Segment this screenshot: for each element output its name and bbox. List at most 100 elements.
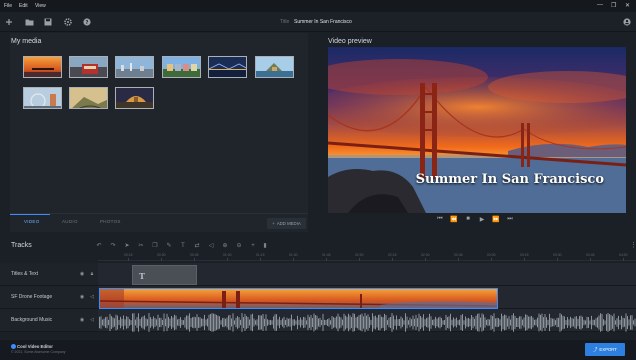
ruler-tick <box>524 258 525 261</box>
waveform-bar <box>238 317 240 328</box>
edit-icon[interactable]: ✎ <box>165 241 173 250</box>
waveform-bar <box>507 318 508 327</box>
waveform-bar <box>600 313 601 332</box>
waveform-bar <box>237 316 238 329</box>
visibility-icon[interactable]: ◉ <box>79 317 85 323</box>
video-clip[interactable] <box>99 288 498 309</box>
folder-icon[interactable] <box>24 17 34 27</box>
waveform-bar <box>601 313 603 332</box>
media-thumbnail[interactable] <box>115 87 154 109</box>
waveform-bar <box>361 313 363 332</box>
media-thumbnail[interactable] <box>208 56 247 78</box>
waveform-bar <box>559 313 561 332</box>
menu-edit[interactable]: Edit <box>19 3 28 9</box>
menu-file[interactable]: File <box>4 3 12 9</box>
waveform-bar <box>171 315 172 330</box>
redo-icon[interactable]: ↷ <box>109 241 117 250</box>
waveform-bar <box>316 315 318 330</box>
timeline-ruler[interactable]: 00:15 00:30 00:45 01:00 01:15 01:30 01:45 02:00… <box>98 252 636 261</box>
waveform-bar <box>594 319 595 326</box>
text-tool-icon[interactable]: T <box>179 241 187 250</box>
tab-photos[interactable]: PHOTOS <box>100 219 121 224</box>
waveform-bar <box>328 318 330 327</box>
waveform-bar <box>139 319 141 326</box>
media-thumbnail[interactable] <box>23 56 62 78</box>
play-icon[interactable]: ▶ <box>477 215 487 223</box>
waveform-bar <box>580 315 582 330</box>
waveform-bar <box>184 317 186 328</box>
skip-back-icon[interactable]: ⏮ <box>435 215 445 223</box>
pointer-icon[interactable]: ➤ <box>123 241 131 250</box>
audio-waveform[interactable] <box>99 311 636 334</box>
waveform-bar <box>193 316 195 329</box>
video-preview[interactable]: Summer In San Francisco <box>328 47 626 213</box>
volume-icon[interactable]: ◁ <box>89 317 95 323</box>
waveform-bar <box>312 317 313 328</box>
ruler-label: 03:30 <box>553 253 562 257</box>
fast-forward-icon[interactable]: ⏩ <box>491 215 501 223</box>
export-button[interactable]: ⤴ EXPORT <box>585 343 625 356</box>
waveform-bar <box>379 314 381 331</box>
waveform-bar <box>165 318 166 327</box>
undo-icon[interactable]: ↶ <box>95 241 103 250</box>
waveform-bar <box>553 318 555 327</box>
close-button[interactable]: ✕ <box>625 2 630 9</box>
copy-icon[interactable]: ❐ <box>151 241 159 250</box>
add-icon[interactable] <box>4 17 14 27</box>
visibility-icon[interactable]: ◉ <box>79 294 85 300</box>
waveform-bar <box>225 318 226 327</box>
waveform-bar <box>186 315 187 330</box>
playback-controls: ⏮ ⏪ ■ ▶ ⏩ ⏭ <box>435 214 519 224</box>
add-track-icon[interactable]: + <box>249 241 257 250</box>
add-media-button[interactable]: + ADD MEDIA <box>267 218 306 229</box>
rewind-icon[interactable]: ⏪ <box>449 215 459 223</box>
text-clip[interactable]: T <box>132 265 197 285</box>
waveform-bar <box>399 318 400 327</box>
waveform-bar <box>625 313 627 332</box>
waveform-bar <box>627 316 628 329</box>
menu-view[interactable]: View <box>35 3 46 9</box>
project-title[interactable]: Summer In San Francisco <box>294 19 352 25</box>
save-icon[interactable] <box>43 17 53 27</box>
volume-icon[interactable]: ◁ <box>207 241 215 250</box>
waveform-bar <box>598 315 600 330</box>
waveform-bar <box>268 320 270 325</box>
waveform-bar <box>189 313 190 332</box>
skip-forward-icon[interactable]: ⏭ <box>505 215 515 223</box>
volume-icon[interactable]: ◁ <box>89 294 95 300</box>
waveform-bar <box>295 320 297 325</box>
visibility-icon[interactable]: ◉ <box>79 271 85 277</box>
lock-icon[interactable]: 🔒︎ <box>89 271 95 277</box>
media-thumbnail[interactable] <box>23 87 62 109</box>
zoom-in-icon[interactable]: ⊕ <box>221 241 229 250</box>
help-icon[interactable]: ? <box>82 17 92 27</box>
restore-button[interactable]: ❐ <box>611 2 616 9</box>
waveform-bar <box>555 320 556 325</box>
media-thumbnail[interactable] <box>69 56 108 78</box>
stop-icon[interactable]: ■ <box>463 215 473 223</box>
waveform-bar <box>201 318 202 327</box>
more-options-icon[interactable]: ⋮ <box>630 241 636 249</box>
media-thumbnail[interactable] <box>162 56 201 78</box>
waveform-bar <box>324 319 325 326</box>
waveform-bar <box>409 317 411 328</box>
cut-icon[interactable]: ✂ <box>137 241 145 250</box>
waveform-bar <box>592 319 594 326</box>
tab-audio[interactable]: AUDIO <box>62 219 78 224</box>
media-thumbnail[interactable] <box>115 56 154 78</box>
waveform-bar <box>148 313 150 332</box>
waveform-bar <box>520 316 522 329</box>
user-icon[interactable] <box>622 17 632 27</box>
delete-icon[interactable]: ▮ <box>261 241 269 250</box>
waveform-bar <box>289 318 291 327</box>
waveform-bar <box>114 318 115 327</box>
media-thumbnail[interactable] <box>69 87 108 109</box>
tab-video[interactable]: VIDEO <box>24 219 40 224</box>
settings-icon[interactable] <box>63 17 73 27</box>
waveform-bar <box>447 317 448 328</box>
zoom-out-icon[interactable]: ⊖ <box>235 241 243 250</box>
waveform-bar <box>435 316 436 329</box>
transition-icon[interactable]: ⇄ <box>193 241 201 250</box>
media-thumbnail[interactable] <box>255 56 294 78</box>
minimize-button[interactable]: — <box>597 2 603 8</box>
